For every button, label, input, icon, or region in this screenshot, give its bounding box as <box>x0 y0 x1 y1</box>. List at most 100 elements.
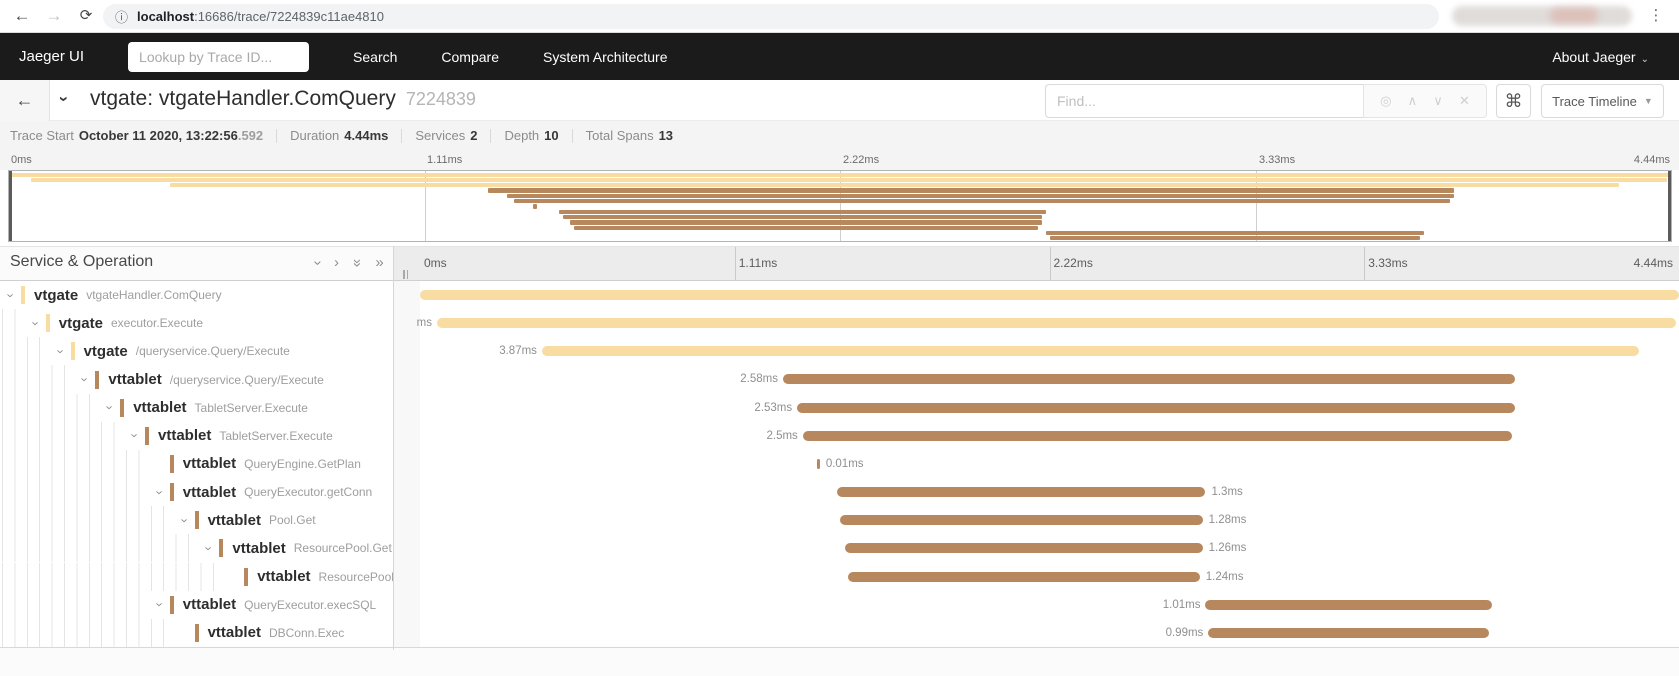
site-info-icon[interactable]: ⓘ <box>115 7 128 26</box>
span-row[interactable]: ›vttabletQueryExecutor.getConn 1.3ms <box>0 478 1679 506</box>
span-tree-cell[interactable]: ›vtgate/queryservice.Query/Execute <box>0 337 393 365</box>
expand-chevron-icon[interactable]: › <box>28 316 43 330</box>
span-duration-bar[interactable] <box>797 403 1514 413</box>
expand-chevron-icon[interactable]: › <box>152 598 167 612</box>
span-duration-bar[interactable] <box>845 543 1202 553</box>
expand-one-icon[interactable]: › <box>334 255 339 271</box>
expand-chevron-icon[interactable]: › <box>128 429 143 443</box>
minimap-right-handle[interactable] <box>1668 171 1671 241</box>
span-bar-cell[interactable]: 3.87ms <box>420 337 1679 365</box>
span-duration-label: 1.01ms <box>1163 599 1206 611</box>
column-divider[interactable] <box>393 246 394 650</box>
expand-chevron-icon[interactable]: › <box>152 485 167 499</box>
column-resizer-grip[interactable] <box>403 270 412 279</box>
span-tree-cell[interactable]: vttabletResourcePool.factory <box>0 563 393 591</box>
trace-info-band: Trace StartOctober 11 2020, 13:22:56.592… <box>0 121 1679 170</box>
stat-label: Total Spans <box>586 128 654 143</box>
trace-minimap[interactable] <box>8 170 1672 242</box>
expand-chevron-icon[interactable]: › <box>202 541 217 555</box>
span-duration-bar[interactable] <box>783 374 1515 384</box>
span-bar-cell[interactable]: 1.28ms <box>420 506 1679 534</box>
span-bar-cell[interactable]: 2.58ms <box>420 365 1679 393</box>
span-bar-cell[interactable] <box>420 281 1679 309</box>
browser-reload-icon[interactable]: ⟳ <box>74 4 98 28</box>
collapse-trace-chevron-icon[interactable]: › <box>54 96 74 102</box>
span-tree-cell[interactable]: ›vtgatevtgateHandler.ComQuery <box>0 281 393 309</box>
browser-forward-icon[interactable]: → <box>42 4 66 28</box>
browser-menu-icon[interactable]: ⋮ <box>1644 4 1668 28</box>
expand-chevron-icon[interactable]: › <box>53 344 68 358</box>
span-row[interactable]: vttabletDBConn.Exec 0.99ms <box>0 619 1679 647</box>
span-bar-cell[interactable]: 1.24ms <box>420 563 1679 591</box>
span-tree-cell[interactable]: ›vttabletQueryExecutor.getConn <box>0 478 393 506</box>
next-match-icon[interactable]: ∨ <box>1433 93 1443 109</box>
find-input[interactable] <box>1045 84 1363 118</box>
nav-link-system-architecture[interactable]: System Architecture <box>543 49 668 65</box>
span-tree-cell[interactable]: ›vtgateexecutor.Execute <box>0 309 393 337</box>
span-duration-bar[interactable] <box>437 318 1676 328</box>
expand-chevron-icon[interactable]: › <box>177 513 192 527</box>
nav-link-compare[interactable]: Compare <box>441 49 499 65</box>
span-tree-cell[interactable]: ›vttabletQueryExecutor.execSQL <box>0 591 393 619</box>
expand-chevron-icon[interactable]: › <box>78 373 93 387</box>
span-row[interactable]: ›vtgateexecutor.Execute ms <box>0 309 1679 337</box>
span-duration-label: 1.26ms <box>1203 542 1247 554</box>
span-bar-cell[interactable]: 1.01ms <box>420 591 1679 619</box>
browser-back-icon[interactable]: ← <box>10 4 34 28</box>
span-row[interactable]: ›vttabletPool.Get 1.28ms <box>0 506 1679 534</box>
span-duration-bar[interactable] <box>848 572 1200 582</box>
keyboard-shortcuts-button[interactable]: ⌘ <box>1496 84 1531 118</box>
collapse-one-icon[interactable]: › <box>310 261 326 266</box>
span-tree-cell[interactable]: ›vttabletTabletServer.Execute <box>0 394 393 422</box>
span-bar-cell[interactable]: 0.01ms <box>420 450 1679 478</box>
service-name: vttablet <box>208 624 261 641</box>
span-duration-bar[interactable] <box>542 346 1639 356</box>
collapse-all-icon[interactable]: » <box>349 259 365 267</box>
span-row[interactable]: ›vttabletQueryExecutor.execSQL 1.01ms <box>0 591 1679 619</box>
clear-find-icon[interactable]: ✕ <box>1459 93 1470 109</box>
trace-id-lookup-input[interactable] <box>128 42 309 72</box>
span-row[interactable]: vttabletQueryEngine.GetPlan 0.01ms <box>0 450 1679 478</box>
span-row[interactable]: ›vtgatevtgateHandler.ComQuery <box>0 281 1679 309</box>
expand-all-icon[interactable]: » <box>375 255 383 271</box>
span-duration-bar[interactable] <box>1208 628 1489 638</box>
minimap-span-bar <box>563 215 1042 219</box>
span-duration-bar[interactable] <box>837 487 1206 497</box>
target-icon[interactable]: ◎ <box>1380 93 1391 109</box>
span-row[interactable]: vttabletResourcePool.factory 1.24ms <box>0 563 1679 591</box>
back-button[interactable]: ← <box>0 80 50 121</box>
span-bar-cell[interactable]: 1.3ms <box>420 478 1679 506</box>
span-bar-cell[interactable]: 0.99ms <box>420 619 1679 647</box>
trace-view-selector[interactable]: Trace Timeline▼ <box>1541 84 1664 118</box>
prev-match-icon[interactable]: ∧ <box>1408 93 1418 109</box>
about-jaeger-menu[interactable]: About Jaeger⌄ <box>1552 49 1649 65</box>
span-bar-cell[interactable]: 1.26ms <box>420 534 1679 562</box>
span-bar-cell[interactable]: 2.53ms <box>420 394 1679 422</box>
span-tree-cell[interactable]: ›vttabletPool.Get <box>0 506 393 534</box>
span-row[interactable]: ›vtgate/queryservice.Query/Execute 3.87ms <box>0 337 1679 365</box>
span-bar-cell[interactable]: ms <box>420 309 1679 337</box>
expand-chevron-icon[interactable]: › <box>4 288 19 302</box>
span-tree-cell[interactable]: ›vttabletTabletServer.Execute <box>0 422 393 450</box>
span-row[interactable]: ›vttabletResourcePool.Get 1.26ms <box>0 534 1679 562</box>
minimap-span-bar <box>1046 231 1424 235</box>
expand-chevron-icon[interactable]: › <box>103 401 118 415</box>
minimap-left-handle[interactable] <box>9 171 12 241</box>
span-duration-bar[interactable] <box>1205 600 1491 610</box>
span-row[interactable]: ›vttabletTabletServer.Execute 2.53ms <box>0 394 1679 422</box>
nav-link-search[interactable]: Search <box>353 49 397 65</box>
span-tree-cell[interactable]: vttabletDBConn.Exec <box>0 619 393 647</box>
jaeger-brand[interactable]: Jaeger UI <box>19 48 84 65</box>
span-tree-cell[interactable]: vttabletQueryEngine.GetPlan <box>0 450 393 478</box>
stat-label: Services <box>415 128 465 143</box>
address-bar[interactable]: ⓘ localhost:16686/trace/7224839c11ae4810 <box>103 4 1439 29</box>
span-duration-bar[interactable] <box>840 515 1203 525</box>
span-duration-bar[interactable] <box>420 290 1679 300</box>
span-tree-cell[interactable]: ›vttablet/queryservice.Query/Execute <box>0 365 393 393</box>
span-tree-cell[interactable]: ›vttabletResourcePool.Get <box>0 534 393 562</box>
span-bar-cell[interactable]: 2.5ms <box>420 422 1679 450</box>
span-row[interactable]: ›vttablet/queryservice.Query/Execute 2.58… <box>0 365 1679 393</box>
span-row[interactable]: ›vttabletTabletServer.Execute 2.5ms <box>0 422 1679 450</box>
span-duration-bar[interactable] <box>803 431 1512 441</box>
service-name: vttablet <box>257 568 310 585</box>
